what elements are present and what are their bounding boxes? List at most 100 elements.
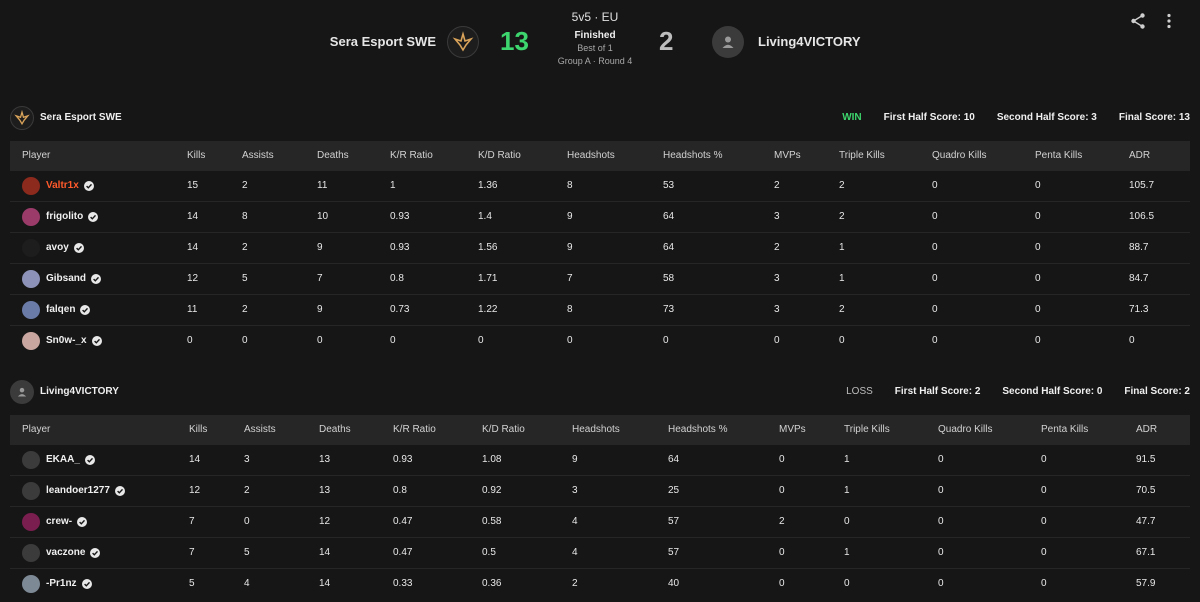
- team1-score: 13: [500, 26, 529, 56]
- stat-cell: 2: [774, 242, 780, 253]
- avatar[interactable]: [22, 238, 40, 257]
- player-name[interactable]: avoy: [46, 242, 69, 253]
- player-name[interactable]: Gibsand: [46, 273, 86, 284]
- player-name[interactable]: vaczone: [46, 547, 85, 558]
- column-header[interactable]: Quadro Kills: [920, 141, 1023, 170]
- column-header[interactable]: MVPs: [762, 141, 827, 170]
- avatar[interactable]: [22, 269, 40, 288]
- avatar[interactable]: [22, 574, 40, 593]
- team1-section-name[interactable]: Sera Esport SWE: [40, 112, 122, 123]
- avatar[interactable]: [22, 481, 40, 500]
- column-header[interactable]: MVPs: [767, 415, 832, 444]
- column-header[interactable]: Triple Kills: [827, 141, 920, 170]
- player-name[interactable]: Valtr1x: [46, 180, 79, 191]
- stat-cell: 73: [663, 304, 675, 315]
- column-header[interactable]: Headshots %: [656, 415, 767, 444]
- column-header[interactable]: Kills: [175, 141, 230, 170]
- column-header[interactable]: Penta Kills: [1029, 415, 1124, 444]
- player-name[interactable]: crew-: [46, 516, 72, 527]
- stat-cell: 64: [663, 242, 675, 253]
- column-header[interactable]: ADR: [1124, 415, 1190, 444]
- stat-cell: 0: [938, 454, 944, 465]
- column-header[interactable]: Deaths: [305, 141, 378, 170]
- team1-logo[interactable]: [447, 26, 479, 58]
- stat-cell: 11: [187, 304, 198, 315]
- team2-logo[interactable]: [712, 26, 744, 58]
- avatar[interactable]: [22, 331, 40, 350]
- stat-cell: 0: [567, 335, 573, 347]
- verified-icon: [88, 211, 99, 222]
- stat-cell: 70.5: [1136, 485, 1156, 496]
- stat-cell: 67.1: [1136, 547, 1156, 558]
- team2-name[interactable]: Living4VICTORY: [758, 34, 861, 49]
- stat-cell: 1.71: [478, 273, 498, 284]
- stat-cell: 57: [668, 547, 680, 558]
- stat-cell: 8: [567, 304, 573, 315]
- stat-cell: 0: [244, 516, 250, 527]
- column-header[interactable]: K/D Ratio: [470, 415, 560, 444]
- column-header[interactable]: Headshots: [555, 141, 651, 170]
- column-header[interactable]: Player: [10, 141, 175, 170]
- avatar[interactable]: [22, 300, 40, 319]
- stat-cell: 2: [839, 211, 845, 222]
- player-name[interactable]: frigolito: [46, 211, 83, 222]
- column-header[interactable]: Penta Kills: [1023, 141, 1117, 170]
- table-row: vaczone 7 5 14 0.47 0.5 4 57 0 1 0 0 67.1: [10, 537, 1190, 568]
- avatar[interactable]: [22, 176, 40, 195]
- stat-cell: 71.3: [1129, 304, 1149, 315]
- stat-cell: 0: [932, 304, 938, 315]
- more-vertical-icon[interactable]: [1160, 12, 1178, 30]
- stat-cell: 0.33: [393, 578, 413, 590]
- column-header[interactable]: K/D Ratio: [466, 141, 555, 170]
- column-header[interactable]: Assists: [232, 415, 307, 444]
- player-name[interactable]: leandoer1277: [46, 485, 110, 496]
- player-cell: falqen: [10, 294, 175, 325]
- column-header[interactable]: Quadro Kills: [926, 415, 1029, 444]
- column-header[interactable]: Assists: [230, 141, 305, 170]
- stat-cell: 0: [390, 335, 396, 347]
- avatar[interactable]: [22, 512, 40, 531]
- stat-cell: 2: [774, 180, 780, 191]
- column-header[interactable]: Triple Kills: [832, 415, 926, 444]
- avatar[interactable]: [22, 450, 40, 469]
- stat-cell: 0: [1035, 335, 1041, 347]
- player-name[interactable]: EKAA_: [46, 454, 80, 465]
- column-header[interactable]: K/R Ratio: [378, 141, 466, 170]
- table-row: -Pr1nz 5 4 14 0.33 0.36 2 40 0 0 0 0 57.9: [10, 568, 1190, 599]
- team2-score: 2: [659, 26, 674, 56]
- column-header[interactable]: Player: [10, 415, 177, 444]
- column-header[interactable]: ADR: [1117, 141, 1190, 170]
- team1-small-logo[interactable]: [10, 106, 34, 130]
- stat-cell: 11: [317, 180, 328, 191]
- column-header[interactable]: K/R Ratio: [381, 415, 470, 444]
- team1-name[interactable]: Sera Esport SWE: [330, 34, 436, 49]
- table-header-row: Player Kills Assists Deaths K/R Ratio K/D Rat…: [10, 141, 1190, 170]
- avatar[interactable]: [22, 543, 40, 562]
- player-cell: vaczone: [10, 537, 177, 568]
- column-header[interactable]: Headshots: [560, 415, 656, 444]
- team2-section-name[interactable]: Living4VICTORY: [40, 386, 119, 397]
- verified-icon: [73, 242, 84, 253]
- player-name[interactable]: falqen: [46, 304, 75, 315]
- stat-cell: 0: [1041, 516, 1047, 527]
- avatar[interactable]: [22, 207, 40, 226]
- stat-cell: 0: [932, 242, 938, 253]
- stat-cell: 0: [1035, 211, 1041, 222]
- player-name[interactable]: Sn0w-_x: [46, 335, 87, 346]
- player-name[interactable]: -Pr1nz: [46, 578, 77, 589]
- share-icon[interactable]: [1129, 12, 1147, 30]
- stat-cell: 2: [244, 485, 250, 496]
- column-header[interactable]: Kills: [177, 415, 232, 444]
- team2-first-half: First Half Score: 2: [894, 386, 981, 397]
- stat-cell: 1.22: [478, 304, 498, 315]
- column-header[interactable]: Headshots %: [651, 141, 762, 170]
- verified-icon: [114, 485, 125, 496]
- match-group-round: Group A · Round 4: [557, 56, 633, 66]
- stat-cell: 10: [317, 211, 329, 222]
- stat-cell: 0.5: [482, 547, 496, 558]
- team2-small-logo[interactable]: [10, 380, 34, 404]
- stat-cell: 5: [244, 547, 250, 558]
- verified-icon: [90, 547, 101, 558]
- verified-icon: [91, 273, 102, 284]
- column-header[interactable]: Deaths: [307, 415, 381, 444]
